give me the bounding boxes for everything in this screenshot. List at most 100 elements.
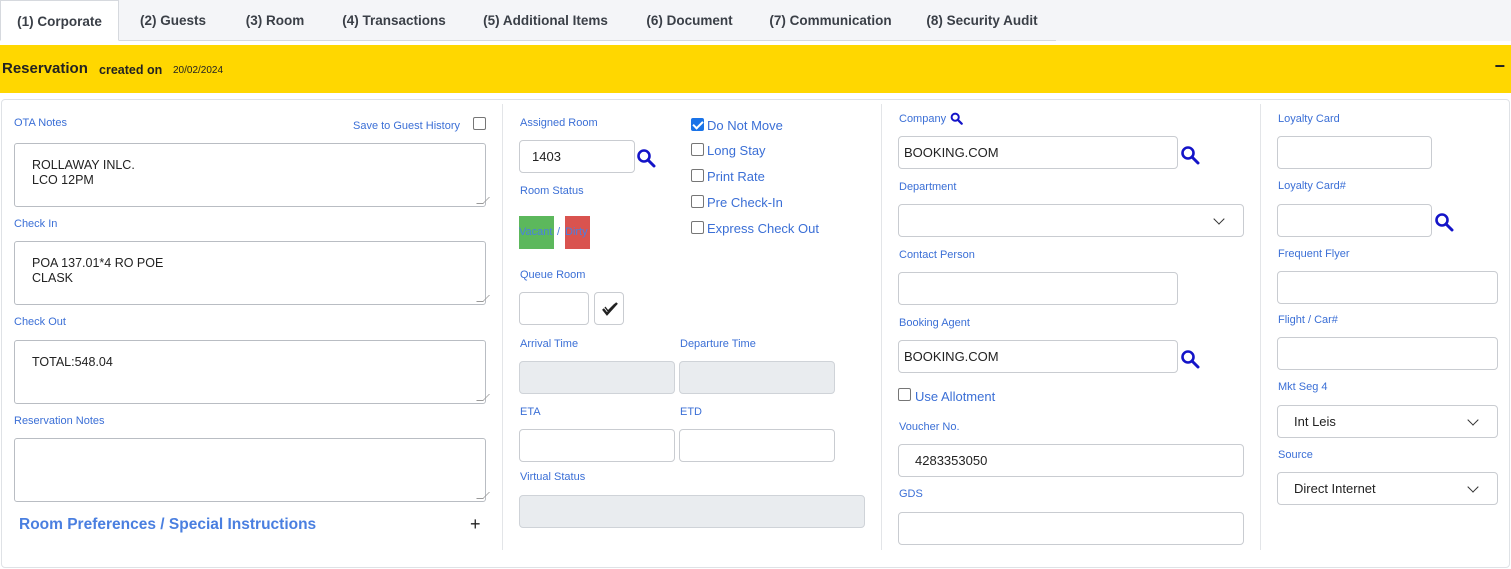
eta-input[interactable]: [519, 429, 675, 462]
dirty-status-text: Dirty: [565, 226, 588, 238]
chevron-down-icon: [1467, 414, 1479, 426]
pre-check-in-checkbox[interactable]: [691, 195, 704, 208]
check-out-label: Check Out: [14, 316, 66, 328]
flight-car-input[interactable]: [1277, 337, 1498, 370]
source-label: Source: [1278, 449, 1313, 461]
virtual-status-label: Virtual Status: [520, 471, 586, 483]
vacant-status-text: Vacant: [519, 226, 553, 238]
reservation-notes-textarea[interactable]: [14, 438, 490, 502]
tab-corporate[interactable]: (1) Corporate: [0, 0, 119, 41]
save-guest-history-label: Save to Guest History: [353, 120, 460, 132]
room-preferences-heading[interactable]: Room Preferences / Special Instructions: [19, 516, 316, 534]
check-in-textarea[interactable]: POA 137.01*4 RO POE CLASK: [14, 241, 490, 305]
assigned-room-input[interactable]: 1403: [519, 140, 635, 173]
use-allotment-checkbox[interactable]: [898, 388, 911, 401]
tab-communication[interactable]: (7) Communication: [753, 0, 908, 41]
source-value: Direct Internet: [1294, 481, 1376, 496]
created-on-label: created on: [99, 63, 163, 77]
column-divider: [1260, 104, 1261, 550]
tab-transactions[interactable]: (4) Transactions: [323, 0, 465, 41]
gds-label: GDS: [899, 488, 923, 500]
tab-additional-items[interactable]: (5) Additional Items: [465, 0, 626, 41]
arrival-time-label: Arrival Time: [520, 338, 579, 350]
reservation-title: Reservation: [2, 60, 88, 77]
check-out-textarea[interactable]: TOTAL:548.04: [14, 340, 490, 404]
reservation-header: Reservation created on 20/02/2024 −: [0, 45, 1511, 93]
loyalty-card-label: Loyalty Card: [1278, 113, 1340, 125]
queue-room-button[interactable]: [594, 292, 624, 325]
express-check-out-checkbox[interactable]: [691, 221, 704, 234]
collapse-button[interactable]: −: [1494, 56, 1505, 77]
tab-room[interactable]: (3) Room: [227, 0, 323, 41]
mkt-seg-label: Mkt Seg 4: [1278, 381, 1328, 393]
assigned-room-value: 1403: [532, 149, 561, 164]
booking-agent-label: Booking Agent: [899, 317, 970, 329]
voucher-input[interactable]: 4283353050: [898, 444, 1244, 477]
contact-person-label: Contact Person: [899, 249, 975, 261]
save-guest-history-checkbox[interactable]: [473, 117, 486, 130]
express-check-out-label[interactable]: Express Check Out: [707, 221, 819, 236]
ota-notes-textarea[interactable]: ROLLAWAY INLC. LCO 12PM: [14, 143, 490, 207]
checkmark-icon: [602, 302, 618, 316]
queue-room-input[interactable]: [519, 292, 589, 325]
etd-input[interactable]: [679, 429, 835, 462]
loyalty-card-input[interactable]: [1277, 136, 1432, 169]
frequent-flyer-label: Frequent Flyer: [1278, 248, 1350, 260]
contact-person-input[interactable]: [898, 272, 1178, 305]
tab-guests[interactable]: (2) Guests: [119, 0, 227, 41]
voucher-value: 4283353050: [915, 453, 988, 468]
flight-car-label: Flight / Car#: [1278, 314, 1338, 326]
mkt-seg-select[interactable]: Int Leis: [1277, 405, 1498, 438]
check-in-label: Check In: [14, 218, 58, 230]
check-in-text: POA 137.01*4 RO POE CLASK: [32, 256, 164, 285]
company-lookup-search-icon[interactable]: [1180, 145, 1200, 165]
long-stay-label[interactable]: Long Stay: [707, 143, 766, 158]
room-status-label: Room Status: [520, 185, 584, 197]
loyalty-card-search-icon[interactable]: [1434, 212, 1454, 232]
loyalty-card-no-label: Loyalty Card#: [1278, 180, 1346, 192]
mkt-seg-value: Int Leis: [1294, 414, 1336, 429]
department-select[interactable]: [898, 204, 1244, 237]
reservation-notes-label: Reservation Notes: [14, 415, 105, 427]
do-not-move-label[interactable]: Do Not Move: [707, 118, 783, 133]
tab-security-audit[interactable]: (8) Security Audit: [908, 0, 1056, 41]
booking-agent-input[interactable]: BOOKING.COM: [898, 340, 1178, 373]
source-select[interactable]: Direct Internet: [1277, 472, 1498, 505]
tab-strip: (1) Corporate (2) Guests (3) Room (4) Tr…: [0, 0, 1511, 41]
print-rate-checkbox[interactable]: [691, 169, 704, 182]
frequent-flyer-input[interactable]: [1277, 271, 1498, 304]
company-value: BOOKING.COM: [904, 145, 999, 160]
expand-preferences-button[interactable]: +: [470, 514, 481, 535]
etd-label: ETD: [680, 406, 702, 418]
created-date: 20/02/2024: [173, 65, 224, 76]
column-divider: [881, 104, 882, 550]
queue-room-label: Queue Room: [520, 269, 586, 281]
assigned-room-search-icon[interactable]: [636, 148, 656, 168]
booking-agent-value: BOOKING.COM: [904, 349, 999, 364]
print-rate-label[interactable]: Print Rate: [707, 169, 765, 184]
loyalty-card-no-input[interactable]: [1277, 204, 1432, 237]
company-search-icon[interactable]: [950, 112, 963, 125]
assigned-room-label: Assigned Room: [520, 117, 598, 129]
chevron-down-icon: [1467, 481, 1479, 493]
company-label: Company: [899, 113, 947, 125]
voucher-label: Voucher No.: [899, 421, 960, 433]
tab-document[interactable]: (6) Document: [626, 0, 753, 41]
gds-input[interactable]: [898, 512, 1244, 545]
column-divider: [502, 104, 503, 550]
status-separator: /: [557, 226, 561, 238]
long-stay-checkbox[interactable]: [691, 143, 704, 156]
use-allotment-label[interactable]: Use Allotment: [915, 389, 995, 404]
eta-label: ETA: [520, 406, 541, 418]
do-not-move-checkbox[interactable]: [691, 118, 704, 131]
ota-notes-label: OTA Notes: [14, 117, 67, 129]
check-out-text: TOTAL:548.04: [32, 355, 113, 369]
arrival-time-input: [519, 361, 675, 394]
company-input[interactable]: BOOKING.COM: [898, 136, 1178, 169]
pre-check-in-label[interactable]: Pre Check-In: [707, 195, 783, 210]
departure-time-input: [679, 361, 835, 394]
booking-agent-search-icon[interactable]: [1180, 349, 1200, 369]
chevron-down-icon: [1213, 213, 1225, 225]
virtual-status-input: [519, 495, 865, 528]
ota-notes-text: ROLLAWAY INLC. LCO 12PM: [32, 158, 135, 187]
